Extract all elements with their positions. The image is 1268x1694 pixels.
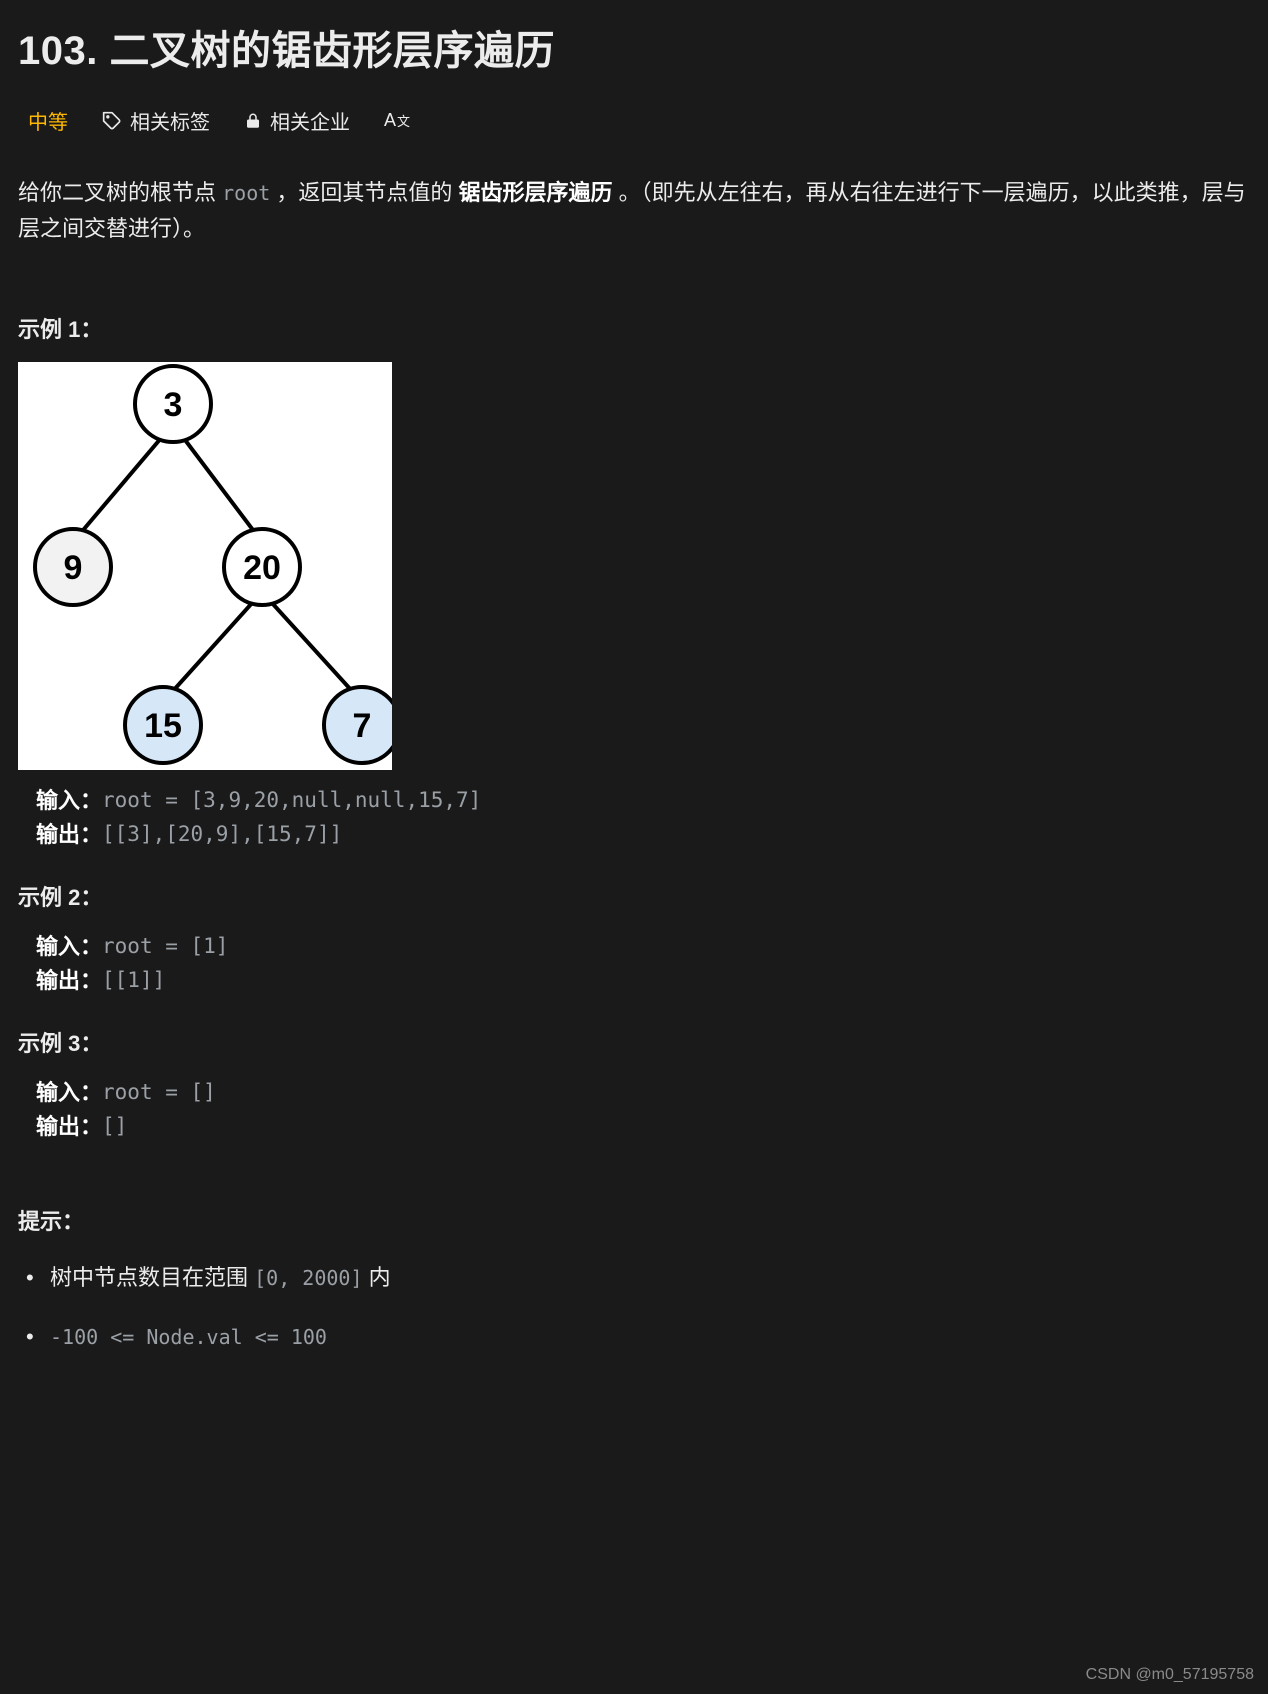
example-heading: 示例 3： [18, 1026, 1250, 1058]
example-heading: 示例 2： [18, 880, 1250, 912]
hints-list: 树中节点数目在范围 [0, 2000] 内 -100 <= Node.val <… [18, 1260, 1250, 1354]
input-label: 输入： [36, 1076, 102, 1110]
tag-icon [102, 111, 122, 131]
input-label: 输入： [36, 784, 102, 818]
input-value: root = [] [102, 1076, 216, 1110]
svg-text:20: 20 [243, 549, 281, 587]
output-value: [] [102, 1110, 127, 1144]
svg-text:15: 15 [144, 707, 182, 745]
related-companies-link[interactable]: 相关企业 [244, 106, 350, 135]
input-label: 输入： [36, 930, 102, 964]
output-value: [[1]] [102, 964, 165, 998]
translate-icon[interactable]: A文 [384, 110, 410, 131]
hint-item: 树中节点数目在范围 [0, 2000] 内 [24, 1260, 1250, 1295]
example-io: 输入：root = [1] 输出：[[1]] [36, 930, 1250, 998]
hint-item: -100 <= Node.val <= 100 [24, 1319, 1250, 1354]
output-value: [[3],[20,9],[15,7]] [102, 818, 342, 852]
example-heading: 示例 1： [18, 312, 1250, 344]
input-value: root = [1] [102, 930, 228, 964]
output-label: 输出： [36, 964, 102, 998]
watermark: CSDN @m0_57195758 [1086, 1666, 1254, 1684]
root-code: root [222, 181, 270, 205]
output-label: 输出： [36, 1110, 102, 1144]
lock-icon [244, 112, 262, 130]
svg-text:3: 3 [164, 386, 183, 424]
svg-text:9: 9 [64, 549, 83, 587]
meta-row: 中等 相关标签 相关企业 A文 [18, 106, 1250, 135]
tree-figure: 3 9 20 15 7 [18, 362, 392, 770]
hints-heading: 提示： [18, 1204, 1250, 1236]
related-tags-label: 相关标签 [130, 106, 210, 135]
related-companies-label: 相关企业 [270, 106, 350, 135]
difficulty-badge: 中等 [28, 106, 68, 135]
example-io: 输入：root = [3,9,20,null,null,15,7] 输出：[[3… [36, 784, 1250, 852]
example-io: 输入：root = [] 输出：[] [36, 1076, 1250, 1144]
related-tags-link[interactable]: 相关标签 [102, 106, 210, 135]
svg-text:7: 7 [353, 707, 372, 745]
input-value: root = [3,9,20,null,null,15,7] [102, 784, 481, 818]
problem-description: 给你二叉树的根节点 root ，返回其节点值的 锯齿形层序遍历 。（即先从左往右… [18, 175, 1250, 248]
problem-title: 103. 二叉树的锯齿形层序遍历 [18, 18, 1250, 76]
output-label: 输出： [36, 818, 102, 852]
